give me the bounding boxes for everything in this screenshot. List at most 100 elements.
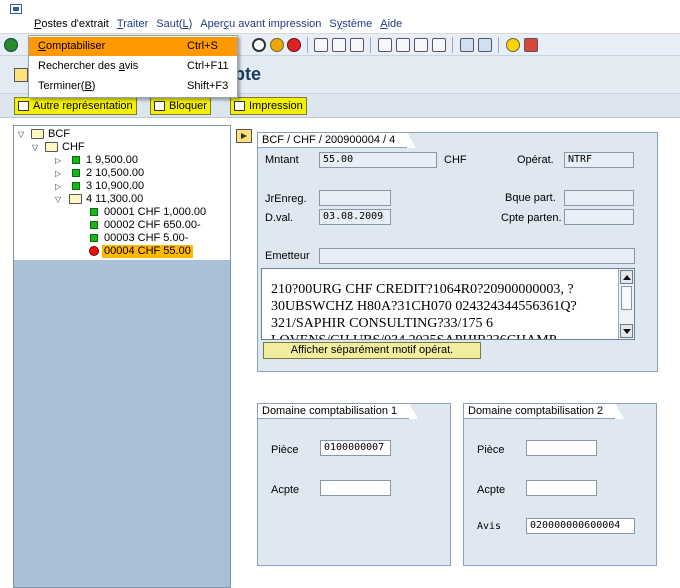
tree-item-00002[interactable]: 00002 CHF 650.00-: [14, 219, 230, 232]
status-green-icon: [90, 208, 98, 216]
shortcut-text: Ctrl+S: [187, 40, 218, 52]
folder-icon: [45, 142, 58, 152]
status-green-icon: [72, 169, 80, 177]
toolbar-separator: [307, 37, 308, 53]
motif-operation-textarea[interactable]: 210?00URG CHF CREDIT?1064R0?20900000003,…: [261, 268, 635, 340]
cancel-icon[interactable]: [287, 38, 301, 52]
motif-line: 30UBSWCHZ H80A?31CH070 024324344556361Q?: [271, 299, 577, 314]
status-green-icon: [90, 221, 98, 229]
representation-icon: [18, 101, 29, 111]
motif-text: 210?00URG CHF CREDIT?1064R0?20900000003,…: [271, 281, 616, 339]
menu-items: Postes d'extrait Traiter Saut(L) Aperçu …: [30, 18, 406, 30]
menu-apercu-avant-impression[interactable]: Aperçu avant impression: [196, 18, 325, 30]
menu-bar: Postes d'extrait Traiter Saut(L) Aperçu …: [0, 0, 680, 34]
new-session-icon[interactable]: [460, 38, 474, 52]
status-green-icon: [90, 234, 98, 242]
autre-representation-button[interactable]: Autre représentation: [14, 97, 137, 115]
help-icon[interactable]: [506, 38, 520, 52]
back-icon[interactable]: [252, 38, 266, 52]
print-icon[interactable]: [314, 38, 328, 52]
collapse-icon[interactable]: ▽: [55, 193, 61, 206]
acpte-field[interactable]: [320, 480, 391, 496]
operat-field: NTRF: [564, 152, 634, 168]
panel-splitter: [233, 125, 255, 588]
last-page-icon[interactable]: [432, 38, 446, 52]
tree-node-statement-3[interactable]: ▷ 3 10,900.00: [14, 180, 230, 193]
menu-item-rechercher-des-avis[interactable]: Rechercher des avis Ctrl+F11: [29, 57, 237, 76]
menu-item-terminer[interactable]: Terminer(B) Shift+F3: [29, 77, 237, 96]
next-page-icon[interactable]: [414, 38, 428, 52]
acpte-label: Acpte: [477, 484, 506, 496]
textarea-scrollbar[interactable]: [618, 269, 634, 339]
emetteur-label: Emetteur: [265, 250, 310, 262]
find-next-icon[interactable]: [350, 38, 364, 52]
toggle-tree-icon[interactable]: [236, 129, 252, 143]
tree-item-00001[interactable]: 00001 CHF 1,000.00: [14, 206, 230, 219]
emetteur-field: [319, 248, 635, 264]
piece-label: Pièce: [271, 444, 299, 456]
jrenreg-label: JrEnreg.: [265, 193, 307, 205]
toolbar-separator: [370, 37, 371, 53]
tree-item-00004-selected[interactable]: 00004 CHF 55.00: [14, 245, 230, 258]
find-icon[interactable]: [332, 38, 346, 52]
enter-icon[interactable]: [4, 38, 18, 52]
tree-node-statement-2[interactable]: ▷ 2 10,500.00: [14, 167, 230, 180]
toolbar-separator: [498, 37, 499, 53]
scroll-thumb[interactable]: [621, 286, 632, 310]
cpte-parten-label: Cpte parten.: [501, 212, 562, 224]
printer-icon: [234, 101, 245, 111]
menu-postes-d-extrait[interactable]: Postes d'extrait: [30, 18, 113, 30]
motif-line: LOVENS/CH UBS/034 2025SAPHIR?36CHAMP: [271, 332, 616, 339]
dval-label: D.val.: [265, 212, 294, 224]
status-green-icon: [72, 156, 80, 164]
afficher-motif-button[interactable]: Afficher séparément motif opérat.: [263, 342, 481, 359]
tree-node-statement-4[interactable]: ▽ 4 11,300.00: [14, 193, 230, 206]
first-page-icon[interactable]: [378, 38, 392, 52]
folder-icon: [31, 129, 44, 139]
status-green-icon: [72, 182, 80, 190]
tree-node-chf[interactable]: ▽ CHF: [14, 141, 230, 154]
domaine-2-tab: Domaine comptabilisation 2: [463, 403, 625, 419]
page-title: pte: [234, 64, 261, 84]
avis-field[interactable]: 020000000600004: [526, 518, 635, 534]
menu-item-comptabiliser[interactable]: Comptabiliser Ctrl+S: [29, 37, 237, 56]
menu-saut[interactable]: Saut(L): [152, 18, 196, 30]
collapse-icon[interactable]: ▽: [32, 141, 38, 154]
avis-label: Avis: [477, 521, 502, 532]
bloquer-button[interactable]: Bloquer: [150, 97, 211, 115]
collapse-icon[interactable]: ▽: [18, 128, 24, 141]
lock-icon: [154, 101, 165, 111]
previous-page-icon[interactable]: [396, 38, 410, 52]
layout-menu-icon[interactable]: [524, 38, 538, 52]
motif-line: 321/SAPHIR CONSULTING?33/175 6: [271, 316, 493, 331]
piece-label: Pièce: [477, 444, 505, 456]
tree-item-00003[interactable]: 00003 CHF 5.00-: [14, 232, 230, 245]
expand-icon[interactable]: ▷: [55, 154, 61, 167]
piece-field[interactable]: [526, 440, 597, 456]
motif-line: 210?00URG CHF CREDIT?1064R0?20900000003,…: [271, 282, 574, 297]
detail-panel-tab: BCF / CHF / 200900004 / 4: [257, 132, 417, 148]
menu-systeme[interactable]: Système: [325, 18, 376, 30]
dval-field: 03.08.2009: [319, 209, 391, 225]
statement-tree: ▽ BCF ▽ CHF ▷ 1 9,500.00 ▷ 2 10,500.00 ▷…: [14, 126, 230, 260]
expand-icon[interactable]: ▷: [55, 167, 61, 180]
impression-button[interactable]: Impression: [230, 97, 307, 115]
acpte-field[interactable]: [526, 480, 597, 496]
display-change-icon[interactable]: [14, 68, 28, 82]
scroll-down-icon[interactable]: [620, 324, 633, 338]
piece-field[interactable]: 0100000007: [320, 440, 391, 456]
menu-traiter[interactable]: Traiter: [113, 18, 152, 30]
tree-node-bcf[interactable]: ▽ BCF: [14, 128, 230, 141]
exit-icon[interactable]: [270, 38, 284, 52]
scroll-up-icon[interactable]: [620, 270, 633, 284]
menu-aide[interactable]: Aide: [376, 18, 406, 30]
shortcut-icon[interactable]: [478, 38, 492, 52]
tree-node-statement-1[interactable]: ▷ 1 9,500.00: [14, 154, 230, 167]
expand-icon[interactable]: ▷: [55, 180, 61, 193]
open-folder-icon: [69, 194, 82, 204]
montant-field: 55.00: [319, 152, 437, 168]
system-menu-icon[interactable]: [10, 4, 22, 14]
domaine-1-tab: Domaine comptabilisation 1: [257, 403, 419, 419]
toolbar-separator: [452, 37, 453, 53]
currency-label: CHF: [444, 154, 467, 166]
